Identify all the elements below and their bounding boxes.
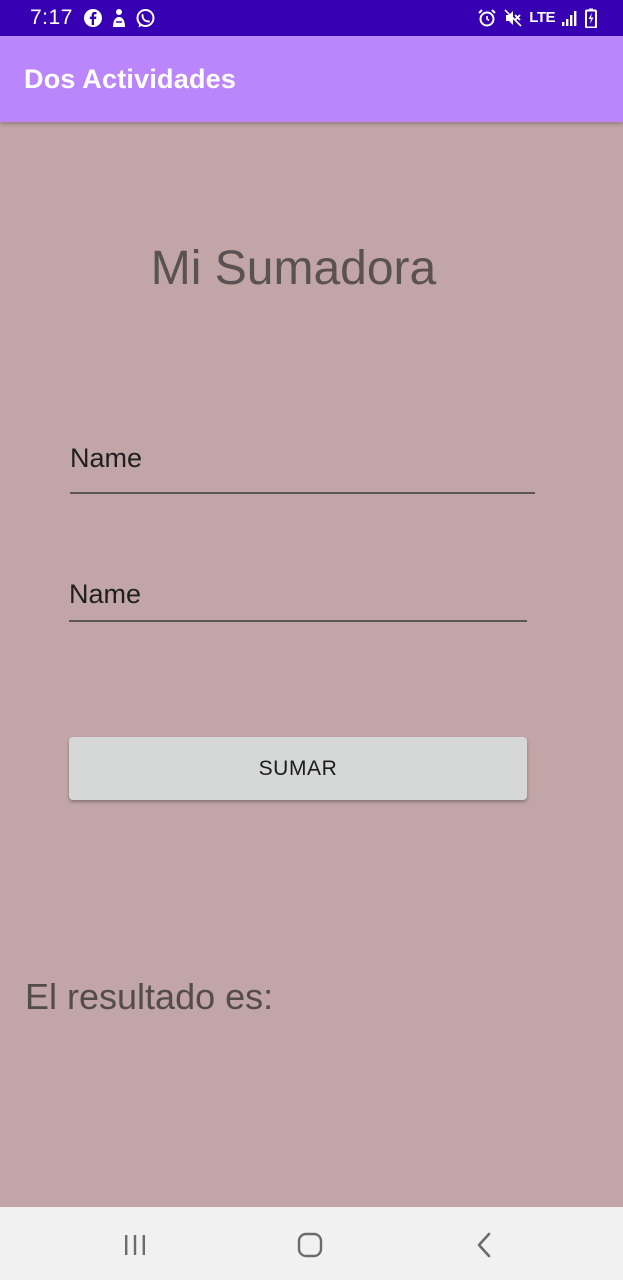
app-title: Dos Actividades bbox=[24, 64, 237, 94]
notification-icon bbox=[110, 8, 128, 28]
back-button[interactable] bbox=[464, 1229, 504, 1261]
facebook-icon bbox=[83, 8, 103, 28]
battery-icon bbox=[585, 8, 597, 28]
second-number-field[interactable]: Name bbox=[69, 572, 527, 622]
home-icon bbox=[297, 1232, 323, 1258]
alarm-icon bbox=[477, 8, 497, 28]
navigation-bar bbox=[0, 1207, 623, 1280]
home-button[interactable] bbox=[290, 1229, 330, 1261]
signal-icon bbox=[561, 9, 579, 27]
mute-icon bbox=[503, 8, 523, 28]
page-title: Mi Sumadora bbox=[150, 242, 437, 295]
status-bar: 7:17 LTE bbox=[0, 0, 623, 36]
app-bar: Dos Actividades bbox=[0, 36, 623, 122]
notification-icons bbox=[83, 7, 156, 29]
second-number-hint: Name bbox=[69, 579, 142, 609]
result-label: El resultado es: bbox=[25, 976, 274, 1017]
whatsapp-icon bbox=[135, 8, 156, 29]
sumar-button[interactable]: SUMAR bbox=[69, 737, 527, 800]
system-icons: LTE bbox=[477, 6, 597, 30]
network-type: LTE bbox=[529, 9, 555, 26]
status-time: 7:17 bbox=[30, 6, 73, 29]
first-number-field[interactable]: Name bbox=[70, 436, 535, 494]
recents-icon bbox=[123, 1234, 147, 1256]
recents-button[interactable] bbox=[115, 1229, 155, 1261]
first-number-hint: Name bbox=[70, 443, 143, 473]
back-icon bbox=[475, 1232, 493, 1258]
